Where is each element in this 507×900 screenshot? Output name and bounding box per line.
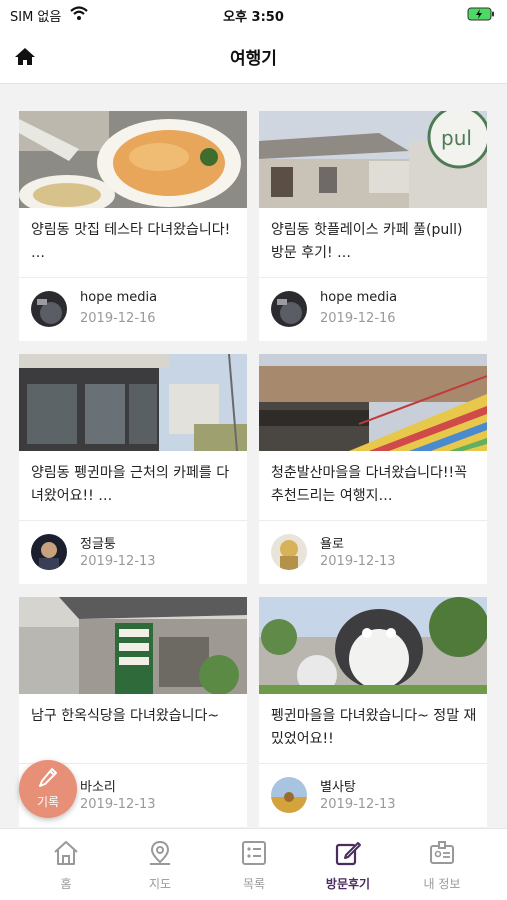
post-thumbnail — [259, 354, 487, 451]
clock: 오후 3:50 — [223, 10, 284, 25]
tab-label: 방문후기 — [325, 877, 371, 891]
author-name: 바소리 — [80, 780, 116, 795]
post-card[interactable]: 양림동 맛집 테스타 다녀왔습니다! … hope media 2019-12-… — [19, 111, 247, 341]
post-thumbnail — [19, 354, 247, 451]
post-thumbnail — [19, 111, 247, 208]
post-date: 2019-12-13 — [80, 797, 156, 812]
profile-card-icon — [430, 841, 454, 864]
tab-home[interactable]: 홈 — [18, 829, 114, 900]
battery-charging-icon — [467, 6, 495, 25]
author-avatar — [271, 777, 307, 813]
review-edit-icon — [335, 842, 361, 866]
post-thumbnail — [259, 597, 487, 694]
author-name: 욜로 — [320, 537, 344, 552]
post-title: 청춘발산마을을 다녀왔습니다!!꼭 추천드리는 여행지… — [271, 465, 467, 504]
record-button-label: 기록 — [36, 795, 60, 809]
page-title: 여행기 — [230, 49, 277, 69]
tab-label: 지도 — [148, 877, 172, 891]
list-icon — [242, 841, 266, 865]
post-title: 양림동 맛집 테스타 다녀왔습니다! … — [31, 222, 231, 261]
post-thumbnail — [19, 597, 247, 694]
post-thumbnail: pul — [259, 111, 487, 208]
author-name: hope media — [320, 290, 398, 305]
post-date: 2019-12-16 — [320, 311, 396, 326]
post-title: 남구 한옥식당을 다녀왔습니다~ — [31, 708, 220, 724]
divider — [259, 763, 487, 764]
post-card[interactable]: 펭귄마을을 다녀왔습니다~ 정말 재밌었어요!! 별사탕 2019-12-13 — [259, 597, 487, 827]
post-date: 2019-12-13 — [80, 554, 156, 569]
record-button[interactable]: 기록 — [19, 760, 77, 818]
tab-map[interactable]: 지도 — [112, 829, 208, 900]
author-avatar — [271, 534, 307, 570]
author-avatar — [271, 291, 307, 327]
tab-label: 목록 — [242, 877, 266, 891]
bottom-tab-bar: 홈 지도 목록 방문후기 내 정보 — [0, 828, 507, 900]
map-pin-icon — [150, 840, 170, 865]
post-title: 펭귄마을을 다녀왔습니다~ 정말 재밌었어요!! — [271, 708, 477, 747]
tab-my-info[interactable]: 내 정보 — [394, 829, 490, 900]
status-bar: SIM 없음 오후 3:50 — [0, 0, 507, 28]
post-card[interactable]: pul 양림동 핫플레이스 카페 풀(pull) 방문 후기! … hope m… — [259, 111, 487, 341]
author-name: 별사탕 — [320, 780, 356, 795]
tab-reviews[interactable]: 방문후기 — [300, 829, 396, 900]
svg-text:pul: pul — [441, 126, 472, 150]
post-date: 2019-12-13 — [320, 797, 396, 812]
post-title: 양림동 펭귄마을 근처의 카페를 다녀왔어요!! … — [31, 465, 230, 504]
divider — [259, 277, 487, 278]
author-name: hope media — [80, 290, 158, 305]
author-avatar — [31, 291, 67, 327]
pencil-icon — [39, 768, 57, 787]
post-card[interactable]: 양림동 펭귄마을 근처의 카페를 다녀왔어요!! … 정글퉁 2019-12-1… — [19, 354, 247, 584]
post-title: 양림동 핫플레이스 카페 풀(pull) 방문 후기! … — [271, 222, 463, 261]
post-card[interactable]: 청춘발산마을을 다녀왔습니다!!꼭 추천드리는 여행지… 욜로 2019-12-… — [259, 354, 487, 584]
divider — [19, 277, 247, 278]
home-icon — [54, 841, 78, 865]
app-header: 여행기 — [0, 28, 507, 84]
tab-label: 홈 — [60, 877, 72, 891]
divider — [259, 520, 487, 521]
author-avatar — [31, 534, 67, 570]
tab-list[interactable]: 목록 — [206, 829, 302, 900]
divider — [19, 520, 247, 521]
tab-label: 내 정보 — [423, 877, 461, 891]
author-name: 정글퉁 — [80, 537, 116, 552]
post-date: 2019-12-16 — [80, 311, 156, 326]
post-date: 2019-12-13 — [320, 554, 396, 569]
